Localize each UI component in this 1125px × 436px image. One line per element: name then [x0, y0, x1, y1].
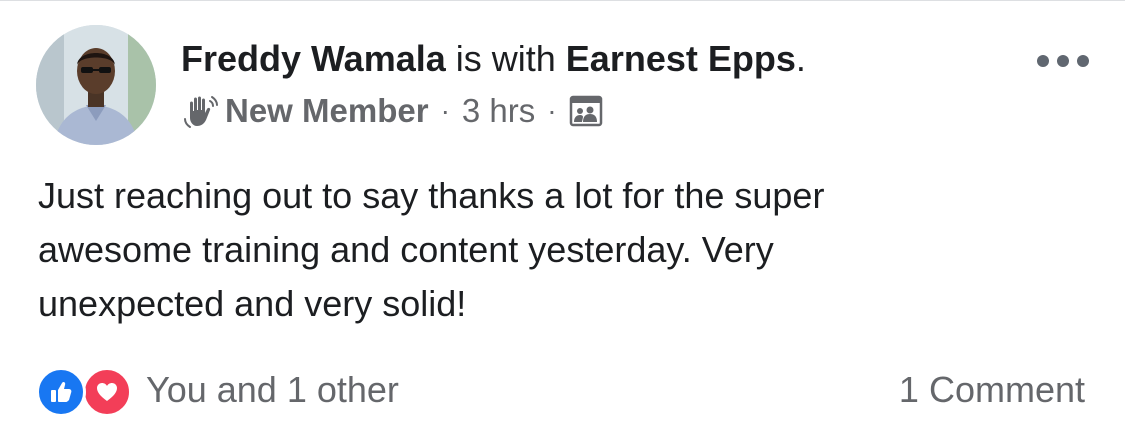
avatar-image: [36, 25, 156, 145]
post-body-text: Just reaching out to say thanks a lot fo…: [38, 175, 825, 324]
reactions-summary[interactable]: You and 1 other: [36, 365, 399, 417]
reaction-icons: [36, 365, 136, 417]
more-dot-icon: [1057, 55, 1069, 67]
comments-count-link[interactable]: 1 Comment: [899, 369, 1085, 411]
group-audience-icon[interactable]: [569, 94, 603, 128]
author-avatar[interactable]: [36, 25, 156, 145]
love-icon: [82, 367, 132, 417]
with-text: is with: [445, 38, 566, 79]
post-footer: You and 1 other 1 Comment: [36, 363, 1085, 417]
feed-post: Freddy Wamala is with Earnest Epps. New …: [0, 0, 1125, 436]
post-timestamp-link[interactable]: 3 hrs: [462, 92, 535, 130]
group-badge-new-member[interactable]: New Member: [225, 92, 429, 130]
post-header: Freddy Wamala is with Earnest Epps. New …: [181, 37, 1045, 135]
reactions-count-text: You and 1 other: [146, 369, 399, 410]
more-dot-icon: [1077, 55, 1089, 67]
author-name-link[interactable]: Freddy Wamala: [181, 38, 446, 79]
title-period: .: [795, 38, 806, 79]
post-meta: New Member · 3 hrs ·: [181, 87, 1045, 135]
more-options-button[interactable]: [1037, 49, 1089, 73]
post-title: Freddy Wamala is with Earnest Epps.: [181, 37, 1045, 81]
more-dot-icon: [1037, 55, 1049, 67]
like-icon: [36, 367, 86, 417]
tagged-person-link[interactable]: Earnest Epps: [566, 38, 796, 79]
meta-separator: ·: [440, 95, 450, 126]
meta-separator: ·: [547, 95, 557, 126]
wave-icon: [181, 91, 221, 131]
